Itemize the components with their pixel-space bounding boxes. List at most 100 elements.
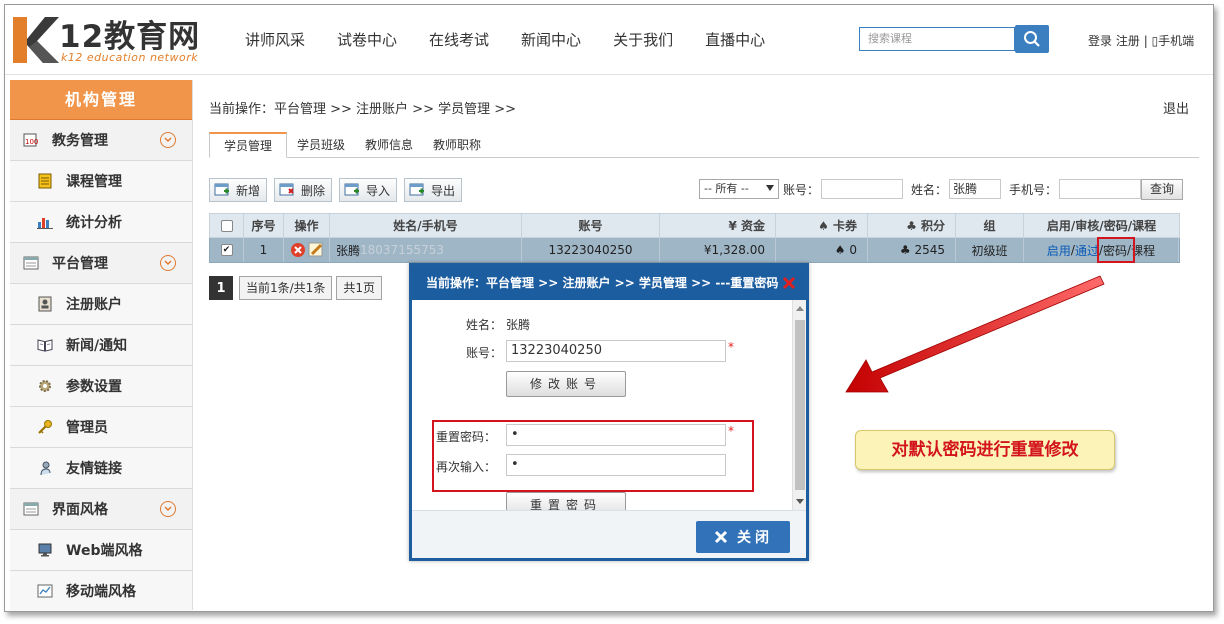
status-select[interactable]: -- 所有 -- (699, 179, 779, 199)
link-separator: | (1143, 34, 1148, 48)
sidebar-item-label: Web端风格 (66, 543, 143, 559)
import-button[interactable]: 导入 (339, 178, 398, 202)
site-logo[interactable]: 12教育网 k12 education network (7, 9, 217, 69)
audit-link[interactable]: 通过 (1075, 242, 1099, 259)
sidebar-item-label: 管理员 (66, 420, 108, 436)
tab-teacher-info[interactable]: 教师信息 (355, 132, 423, 158)
tab-teacher-title[interactable]: 教师职称 (423, 132, 491, 158)
sidebar-group-label: 平台管理 (52, 256, 108, 272)
chevron-down-icon[interactable] (160, 132, 176, 148)
window-icon (22, 501, 40, 517)
search-input[interactable]: 搜索课程 (859, 27, 1015, 51)
sidebar: 机构管理 100 教务管理 课程管理 统计分析 平台管理 注册账户 新闻/通知 … (10, 80, 193, 611)
header-cell: ♣ 积分 (868, 214, 956, 237)
nav-item-online-exam[interactable]: 在线考试 (429, 29, 489, 50)
mobile-link-label: 手机端 (1158, 34, 1195, 48)
chart-frame-icon (36, 583, 54, 599)
sidebar-item-course-manage[interactable]: 课程管理 (10, 161, 192, 202)
close-button-label: 关闭 (737, 530, 773, 546)
close-x-icon (714, 530, 728, 544)
header-cell: 姓名/手机号 (330, 214, 522, 237)
name-label: 姓名： (911, 182, 948, 197)
sidebar-item-mobile-style[interactable]: 移动端风格 (10, 571, 192, 611)
delete-icon (279, 183, 294, 196)
scroll-up-arrow-icon[interactable] (796, 306, 804, 311)
nav-item-about[interactable]: 关于我们 (613, 29, 673, 50)
name-input[interactable]: 张腾 (949, 179, 1002, 199)
login-link[interactable]: 登录 (1088, 34, 1112, 48)
modify-account-button[interactable]: 修改账号 (506, 371, 626, 397)
sidebar-group-platform[interactable]: 平台管理 (10, 243, 192, 284)
dialog-name-value: 张腾 (506, 318, 531, 332)
tab-student-manage[interactable]: 学员管理 (209, 132, 288, 158)
sidebar-item-label: 注册账户 (66, 297, 122, 313)
tab-student-class[interactable]: 学员班级 (287, 132, 355, 158)
chevron-down-icon[interactable] (160, 255, 176, 271)
sidebar-item-register-account[interactable]: 注册账户 (10, 284, 192, 325)
dialog-footer: 关闭 (412, 510, 806, 558)
close-button[interactable]: 关闭 (696, 521, 790, 553)
header-cell: 序号 (244, 214, 284, 237)
breadcrumb: 当前操作：平台管理 >> 注册账户 >> 学员管理 >> (209, 102, 517, 117)
logo-subtitle: k12 education network (61, 51, 199, 64)
user-card-icon (36, 296, 54, 312)
page-total: 共1页 (336, 276, 382, 300)
table-row[interactable]: ✔ 1 张腾 18037155753 13223040250 ¥1,328.00… (209, 238, 1180, 263)
chevron-down-icon[interactable] (160, 501, 176, 517)
sidebar-item-label: 课程管理 (66, 174, 122, 190)
delete-button[interactable]: 删除 (274, 178, 333, 202)
dialog-scrollbar[interactable] (792, 300, 806, 510)
course-icon (36, 173, 54, 189)
header-select-all[interactable] (210, 214, 244, 237)
scroll-down-arrow-icon[interactable] (796, 499, 804, 504)
sidebar-item-news[interactable]: 新闻/通知 (10, 325, 192, 366)
sidebar-group-label: 界面风格 (52, 502, 108, 518)
nav-item-teachers[interactable]: 讲师风采 (245, 29, 305, 50)
reset-password-button[interactable]: 重置密码 (506, 492, 626, 510)
phone-input[interactable] (1059, 179, 1142, 199)
sidebar-group-academic[interactable]: 100 教务管理 (10, 120, 192, 161)
window-icon (22, 255, 40, 271)
sidebar-item-admin[interactable]: 管理员 (10, 407, 192, 448)
student-table: 序号 操作 姓名/手机号 账号 ¥ 资金 ♠ 卡券 ♣ 积分 组 启用/审核/密… (209, 213, 1180, 263)
sidebar-item-settings[interactable]: 参数设置 (10, 366, 192, 407)
search-button[interactable] (1015, 25, 1049, 53)
select-all-checkbox[interactable] (220, 219, 233, 232)
sidebar-item-friend-links[interactable]: 友情链接 (10, 448, 192, 489)
top-header: 12教育网 k12 education network 讲师风采 试卷中心 在线… (5, 5, 1213, 75)
row-select[interactable]: ✔ (210, 238, 244, 262)
sidebar-group-interface[interactable]: 界面风格 (10, 489, 192, 530)
mobile-link[interactable]: ▯手机端 (1152, 34, 1195, 48)
row-account: 13223040250 (522, 238, 660, 262)
row-checkbox[interactable]: ✔ (220, 244, 233, 256)
export-icon (409, 183, 425, 196)
edit-pencil-icon[interactable] (308, 242, 324, 258)
row-funds: ¥1,328.00 (660, 238, 776, 262)
sidebar-item-label: 友情链接 (66, 461, 122, 477)
nav-item-news[interactable]: 新闻中心 (521, 29, 581, 50)
account-input[interactable] (821, 179, 904, 199)
link-icon (36, 460, 54, 476)
nav-item-exam-center[interactable]: 试卷中心 (337, 29, 397, 50)
filter-bar: -- 所有 -- 账号： 姓名： 张腾 手机号： 查询 (699, 178, 1184, 200)
nav-item-live[interactable]: 直播中心 (705, 29, 765, 50)
row-coupon: ♠ 0 (776, 238, 868, 262)
add-icon (214, 183, 229, 196)
delete-row-icon[interactable] (290, 242, 306, 258)
sidebar-item-statistics[interactable]: 统计分析 (10, 202, 192, 243)
table-header-row: 序号 操作 姓名/手机号 账号 ¥ 资金 ♠ 卡券 ♣ 积分 组 启用/审核/密… (209, 213, 1180, 238)
page-number-current[interactable]: 1 (209, 276, 233, 300)
add-button[interactable]: 新增 (209, 178, 268, 202)
tab-bar: 学员管理 学员班级 教师信息 教师职称 (209, 132, 1199, 158)
enable-link[interactable]: 启用 (1047, 242, 1071, 259)
sidebar-item-label: 参数设置 (66, 379, 122, 395)
query-button[interactable]: 查询 (1141, 178, 1184, 200)
export-button[interactable]: 导出 (404, 178, 463, 202)
status-select-value: -- 所有 -- (704, 182, 749, 195)
scroll-thumb[interactable] (795, 320, 805, 490)
logout-link[interactable]: 退出 (1163, 98, 1189, 117)
sidebar-item-web-style[interactable]: Web端风格 (10, 530, 192, 571)
register-link[interactable]: 注册 (1116, 34, 1140, 48)
dialog-account-input[interactable]: 13223040250 (506, 340, 726, 362)
close-icon[interactable] (782, 276, 796, 290)
